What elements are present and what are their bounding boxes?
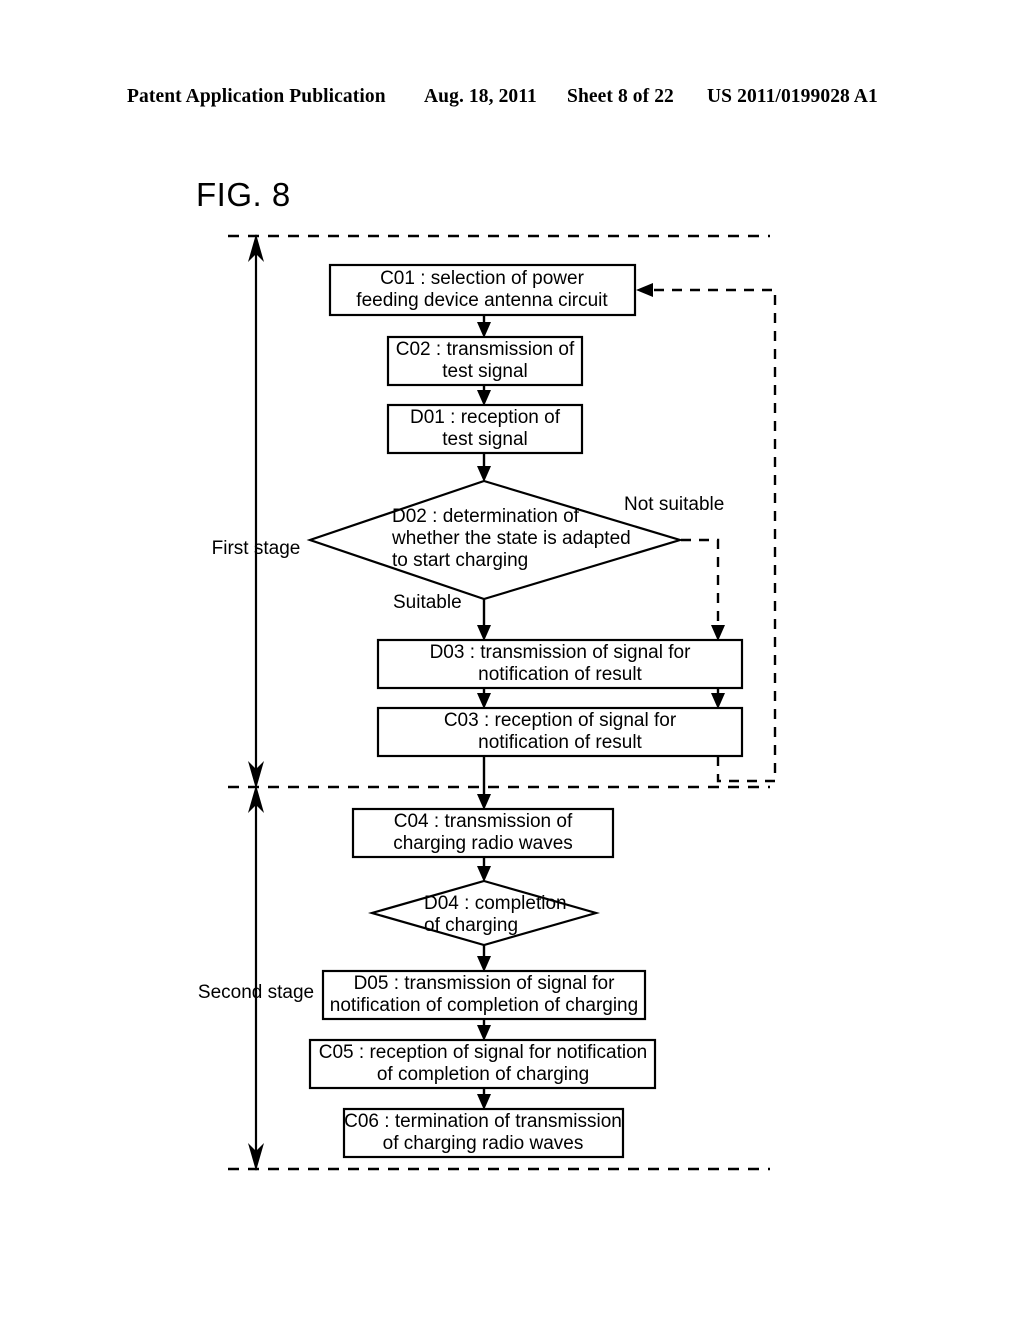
edge-c03-c04-arrow bbox=[477, 794, 491, 810]
second-stage-label: Second stage bbox=[198, 982, 314, 1003]
node-d03-line-2: notification of result bbox=[478, 664, 642, 685]
node-c03-line-2: notification of result bbox=[478, 732, 642, 753]
edge-c05-c06-arrow bbox=[477, 1094, 491, 1110]
node-d05[interactable]: D05 : transmission of signal for notific… bbox=[321, 969, 647, 1021]
edge-c01-c02-arrow bbox=[477, 322, 491, 338]
node-c03-line-1: C03 : reception of signal for bbox=[444, 710, 677, 731]
node-d03-line-1: D03 : transmission of signal for bbox=[430, 642, 692, 663]
node-d02-line-2: whether the state is adapted bbox=[391, 528, 631, 549]
edge-c04-d04-arrow bbox=[477, 866, 491, 882]
node-d03[interactable]: D03 : transmission of signal for notific… bbox=[376, 638, 744, 690]
node-c04-line-1: C04 : transmission of bbox=[394, 811, 573, 832]
node-c06-line-1: C06 : termination of transmission bbox=[344, 1111, 622, 1132]
node-c04[interactable]: C04 : transmission of charging radio wav… bbox=[351, 807, 615, 859]
edge-d04-d05-arrow bbox=[477, 956, 491, 972]
node-c02[interactable]: C02 : transmission of test signal bbox=[386, 335, 584, 387]
flowchart-diagram: First stage Second stage C01 : selection… bbox=[198, 234, 777, 1171]
node-c05-line-2: of completion of charging bbox=[377, 1064, 589, 1085]
node-c03[interactable]: C03 : reception of signal for notificati… bbox=[376, 706, 744, 758]
edge-d03-c03-dashed-arrow bbox=[711, 693, 725, 709]
edge-label-suitable: Suitable bbox=[393, 592, 462, 613]
node-d05-line-2: notification of completion of charging bbox=[330, 995, 638, 1016]
edge-d02-notsuitable-arrow bbox=[711, 625, 725, 641]
node-d02-line-1: D02 : determination of bbox=[392, 506, 580, 527]
edge-c03-feedback-arrow bbox=[636, 283, 653, 297]
edge-d02-notsuitable-dashed bbox=[681, 538, 720, 628]
node-c06-line-2: of charging radio waves bbox=[383, 1133, 584, 1154]
node-d01-line-2: test signal bbox=[442, 429, 528, 450]
edge-d05-c05-arrow bbox=[477, 1025, 491, 1041]
edge-d02-d03-arrow bbox=[477, 625, 491, 641]
node-d01-line-1: D01 : reception of bbox=[410, 407, 561, 428]
node-d04-line-2: of charging bbox=[424, 915, 518, 936]
edge-label-not-suitable: Not suitable bbox=[624, 494, 724, 515]
node-d05-line-1: D05 : transmission of signal for bbox=[354, 973, 616, 994]
node-c01-line-2: feeding device antenna circuit bbox=[356, 290, 608, 311]
edge-d03-c03-arrow bbox=[477, 693, 491, 709]
node-d04[interactable]: D04 : completion of charging bbox=[367, 879, 601, 947]
node-c02-line-1: C02 : transmission of bbox=[396, 339, 575, 360]
node-c01-line-1: C01 : selection of power bbox=[380, 268, 585, 289]
node-d01[interactable]: D01 : reception of test signal bbox=[386, 403, 584, 455]
node-c01[interactable]: C01 : selection of power feeding device … bbox=[328, 263, 637, 317]
node-c05-line-1: C05 : reception of signal for notificati… bbox=[319, 1042, 647, 1063]
node-c06[interactable]: C06 : termination of transmission of cha… bbox=[342, 1107, 625, 1159]
edge-d01-d02-arrow bbox=[477, 466, 491, 482]
node-c05[interactable]: C05 : reception of signal for notificati… bbox=[308, 1038, 657, 1090]
edge-c02-d01-arrow bbox=[477, 390, 491, 406]
node-d04-line-1: D04 : completion bbox=[424, 893, 567, 914]
node-c04-line-2: charging radio waves bbox=[393, 833, 573, 854]
node-d02-line-3: to start charging bbox=[392, 550, 528, 571]
first-stage-label: First stage bbox=[212, 538, 301, 559]
node-c02-line-2: test signal bbox=[442, 361, 528, 382]
